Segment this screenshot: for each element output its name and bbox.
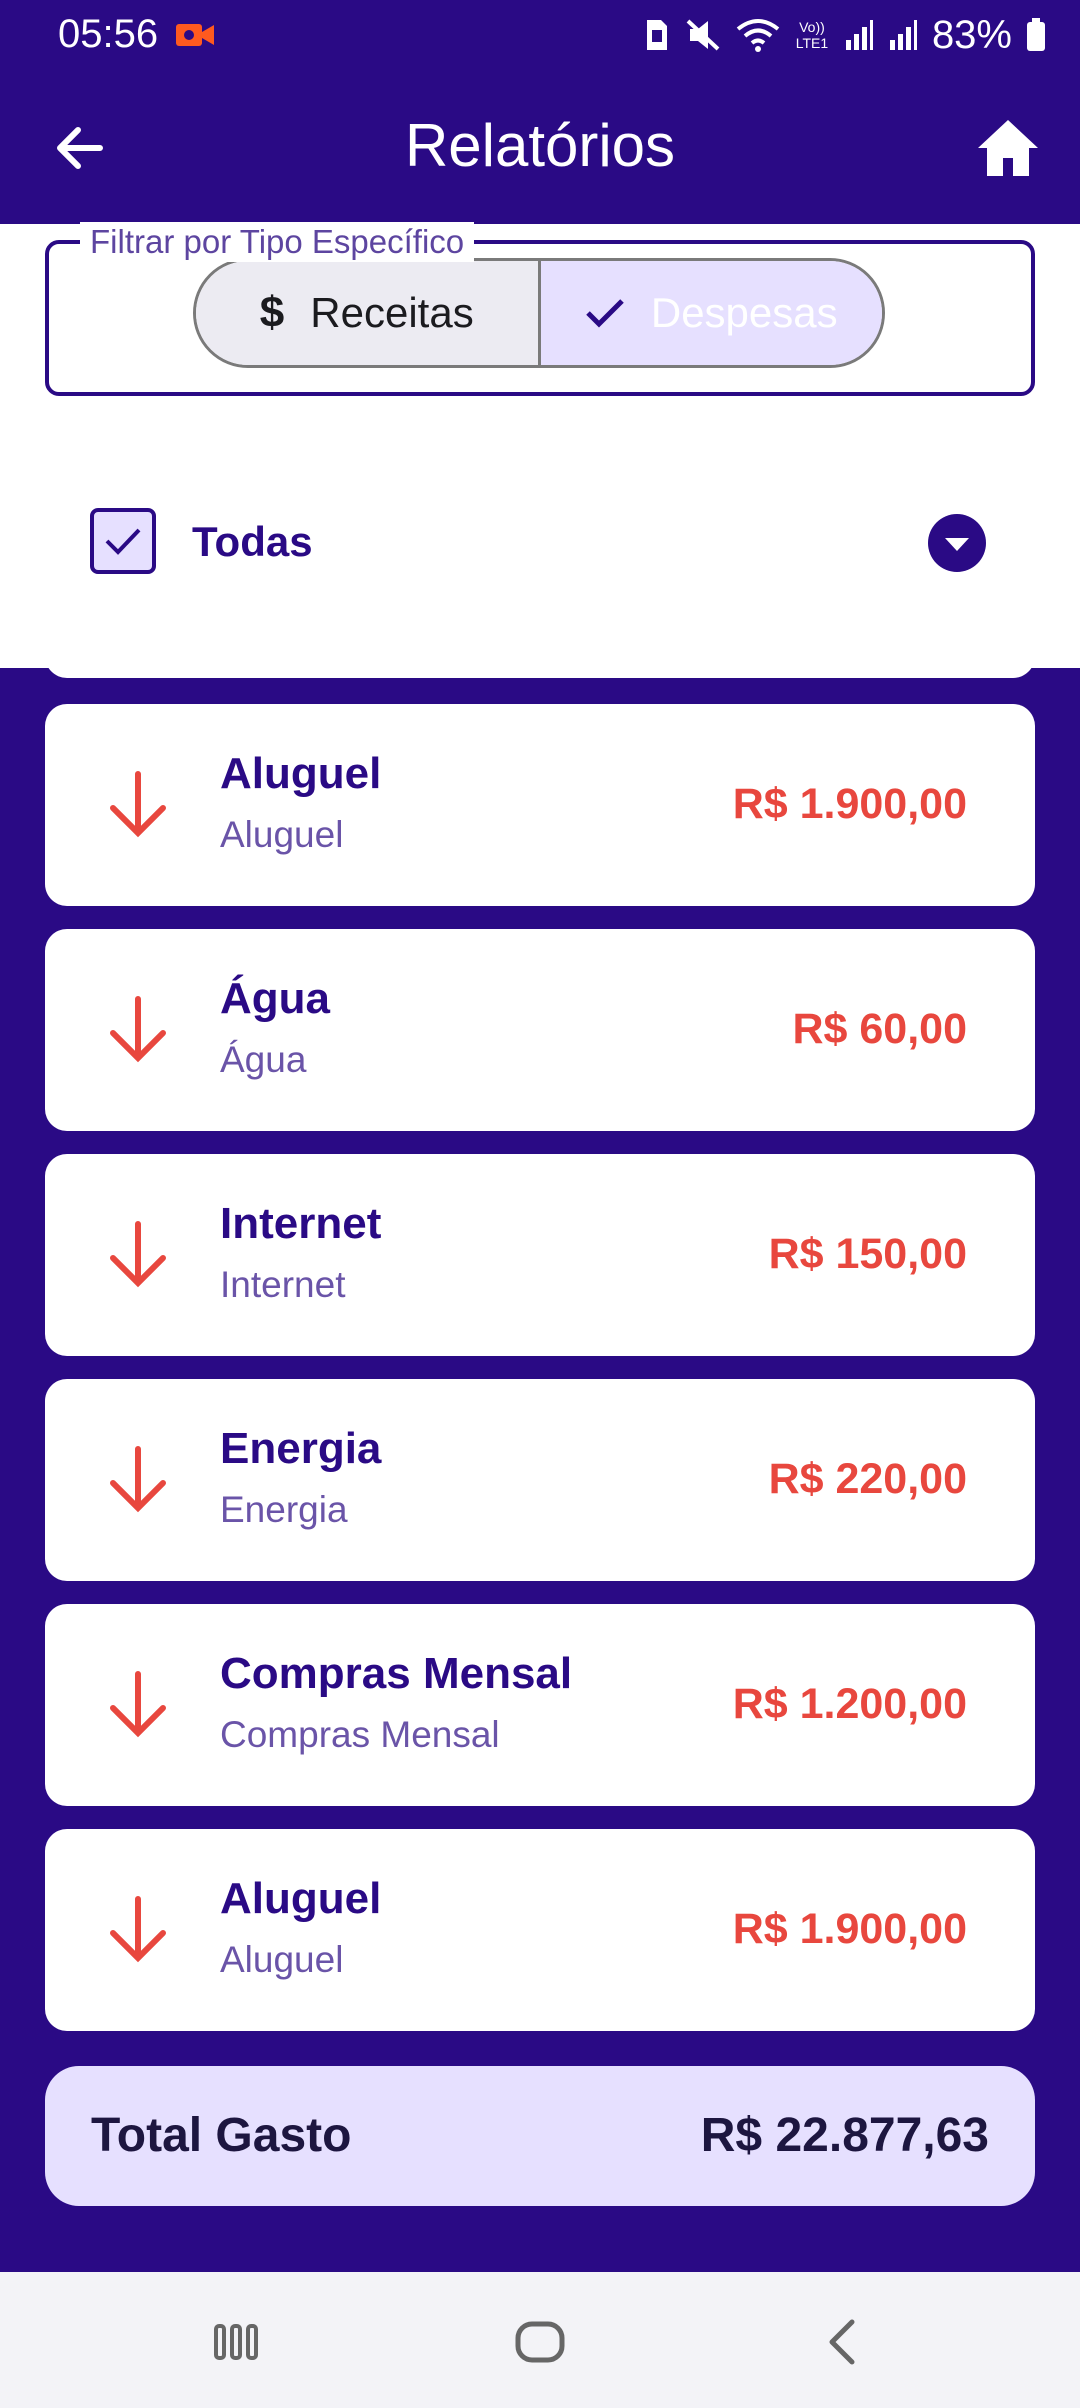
arrow-down-icon <box>110 771 166 838</box>
home-button-icon[interactable] <box>510 2312 570 2372</box>
transaction-title: Aluguel <box>220 749 382 798</box>
transaction-amount: R$ 1.200,00 <box>732 1680 967 1728</box>
total-value: R$ 22.877,63 <box>700 2109 989 2162</box>
transaction-card-partial <box>45 668 1035 678</box>
transaction-subtitle: Água <box>220 1039 307 1080</box>
filter-value: Todas <box>192 518 313 565</box>
back-button-icon[interactable] <box>814 2312 874 2372</box>
transaction-subtitle: Internet <box>220 1264 346 1305</box>
transaction-title: Aluguel <box>220 1874 382 1923</box>
transaction-card[interactable]: Compras Mensal Compras Mensal R$ 1.200,0… <box>45 1604 1035 1806</box>
transaction-subtitle: Energia <box>220 1489 348 1530</box>
transaction-card[interactable]: Água Água R$ 60,00 <box>45 929 1035 1131</box>
transaction-subtitle: Compras Mensal <box>220 1714 500 1755</box>
transaction-subtitle: Aluguel <box>220 814 344 855</box>
arrow-down-icon <box>110 1671 166 1738</box>
transaction-card[interactable]: Aluguel Aluguel R$ 1.900,00 <box>45 1829 1035 2031</box>
transaction-list: Aluguel Aluguel R$ 1.900,00 Água Água R$… <box>0 668 1080 2272</box>
transaction-card[interactable]: Aluguel Aluguel R$ 1.900,00 <box>45 704 1035 906</box>
app-bar: Relatórios <box>0 72 1080 224</box>
transaction-amount: R$ 60,00 <box>792 1005 967 1053</box>
recent-apps-icon[interactable] <box>206 2312 266 2372</box>
transaction-subtitle: Aluguel <box>220 1939 344 1980</box>
home-icon[interactable] <box>976 116 1040 180</box>
arrow-down-icon <box>110 1896 166 1963</box>
transaction-amount: R$ 220,00 <box>768 1455 967 1503</box>
screen-record-icon <box>176 24 214 46</box>
arrow-down-icon <box>110 1446 166 1513</box>
signal-icon <box>845 20 873 50</box>
arrow-down-icon <box>110 1221 166 1288</box>
transaction-amount: R$ 1.900,00 <box>732 780 967 828</box>
transaction-card[interactable]: Internet Internet R$ 150,00 <box>45 1154 1035 1356</box>
volte-label: Vo)) LTE1 <box>795 19 829 51</box>
type-filter-dropdown[interactable] <box>45 240 1035 396</box>
system-nav-bar <box>0 2272 1080 2408</box>
transaction-title: Água <box>220 974 330 1023</box>
transaction-amount: R$ 150,00 <box>768 1230 967 1278</box>
wifi-icon <box>736 19 780 52</box>
battery-icon <box>1027 18 1045 51</box>
dropdown-arrow-icon[interactable] <box>928 514 986 572</box>
total-label: Total Gasto <box>91 2109 352 2162</box>
arrow-down-icon <box>110 996 166 1063</box>
transaction-card[interactable]: Energia Energia R$ 220,00 <box>45 1379 1035 1581</box>
sim-icon <box>646 20 667 50</box>
status-time: 05:56 <box>58 12 159 56</box>
total-card: Total Gasto R$ 22.877,63 <box>45 2066 1035 2206</box>
transaction-title: Energia <box>220 1424 382 1473</box>
status-bar: 05:56 Vo)) LTE1 83% <box>0 0 1080 72</box>
transaction-amount: R$ 1.900,00 <box>732 1905 967 1953</box>
mute-icon <box>686 19 720 51</box>
page-title: Relatórios <box>404 112 676 179</box>
battery-percent: 83% <box>931 12 1012 57</box>
filter-label: Filtrar por Tipo Específico <box>80 222 475 262</box>
transaction-title: Compras Mensal <box>220 1649 573 1698</box>
filter-checkbox-icon <box>90 508 156 574</box>
transaction-title: Internet <box>220 1199 382 1248</box>
signal-icon-2 <box>889 20 917 50</box>
